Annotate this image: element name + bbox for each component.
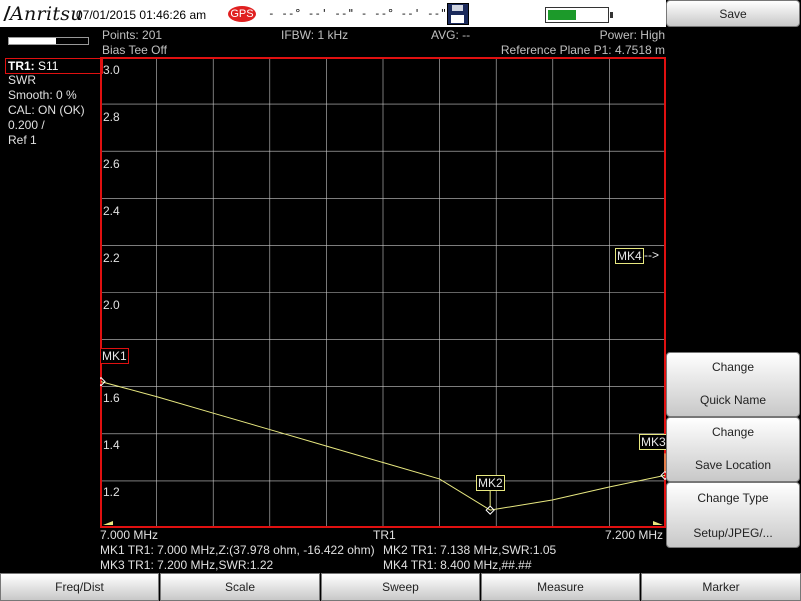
sweep-menu-button[interactable]: Sweep <box>321 573 480 601</box>
marker-readout-mk1: MK1 TR1: 7.000 MHz,Z:(37.978 ohm, -16.42… <box>100 543 375 557</box>
measure-menu-button[interactable]: Measure <box>481 573 640 601</box>
marker-mk1-label[interactable]: MK1 <box>100 348 129 364</box>
marker-mk4-label[interactable]: MK4 <box>615 248 644 264</box>
gps-icon: GPS <box>228 6 256 22</box>
datetime: 07/01/2015 01:46:26 am <box>76 8 207 22</box>
freq-dist-menu-button[interactable]: Freq/Dist <box>0 573 159 601</box>
sweep-progress-bar <box>8 37 89 45</box>
marker-readout-mk4: MK4 TR1: 8.400 MHz,##.## <box>383 558 532 572</box>
marker-readout-mk3: MK3 TR1: 7.200 MHz,SWR:1.22 <box>100 558 274 572</box>
trace-axis-label: TR1 <box>373 528 396 542</box>
anritsu-logo: Anritsu <box>3 3 83 25</box>
right-edge-arrow-icon <box>653 521 663 525</box>
x-start-label: 7.000 MHz <box>100 528 159 542</box>
y-tick-label: 2.8 <box>103 109 120 124</box>
y-tick-label: 1.6 <box>103 391 120 406</box>
marker-menu-button[interactable]: Marker <box>641 573 801 601</box>
y-tick-label: 1.4 <box>103 438 120 453</box>
marker-mk3-label[interactable]: MK3 <box>639 434 668 450</box>
reference-plane-status: Reference Plane P1: 4.7518 m <box>500 43 665 57</box>
trace-name: TR1: <box>8 59 35 73</box>
save-disk-icon <box>447 3 469 25</box>
calibration-status: CAL: ON (OK) <box>8 103 85 117</box>
y-tick-label: 1.2 <box>103 485 120 500</box>
trace-param: S11 <box>38 59 59 73</box>
marker-mk4-offscreen-arrow: --> <box>644 248 659 262</box>
marker-mk2-label[interactable]: MK2 <box>476 475 505 491</box>
battery-icon <box>545 7 613 23</box>
reference-line: Ref 1 <box>8 133 37 147</box>
left-edge-arrow-icon <box>103 521 113 525</box>
x-end-label: 7.200 MHz <box>605 528 664 542</box>
change-type-button[interactable]: Change Type Setup/JPEG/... <box>666 482 800 548</box>
swr-plot <box>100 57 666 528</box>
power-status: Power: High <box>599 28 665 42</box>
y-tick-label: 2.2 <box>103 250 120 265</box>
softkey-blank-area <box>666 27 800 352</box>
y-tick-label: 3.0 <box>103 63 120 77</box>
gps-coordinates: - --° --' --" - --° --' --" <box>268 7 447 20</box>
save-button[interactable]: Save <box>666 0 800 27</box>
scale-menu-button[interactable]: Scale <box>160 573 320 601</box>
y-tick-label: 2.4 <box>103 203 120 218</box>
swr-graph[interactable] <box>100 57 666 528</box>
ifbw-status: IFBW: 1 kHz <box>281 28 349 42</box>
title-bar: Anritsu 07/01/2015 01:46:26 am GPS - --°… <box>0 0 666 27</box>
points-status: Points: 201 <box>102 28 163 42</box>
change-quick-name-button[interactable]: Change Quick Name <box>666 352 800 417</box>
change-save-location-button[interactable]: Change Save Location <box>666 417 800 482</box>
marker-readout-mk2: MK2 TR1: 7.138 MHz,SWR:1.05 <box>383 543 557 557</box>
trace-selector[interactable]: TR1: S11 <box>5 58 103 74</box>
trace-format: SWR <box>8 73 36 87</box>
y-tick-label: 2.0 <box>103 297 120 312</box>
y-tick-label: 2.6 <box>103 156 120 171</box>
trace-smoothing: Smooth: 0 % <box>8 88 77 102</box>
avg-status: AVG: -- <box>431 28 471 42</box>
bias-tee-status: Bias Tee Off <box>102 43 167 57</box>
scale-per-div: 0.200 / <box>8 118 45 132</box>
